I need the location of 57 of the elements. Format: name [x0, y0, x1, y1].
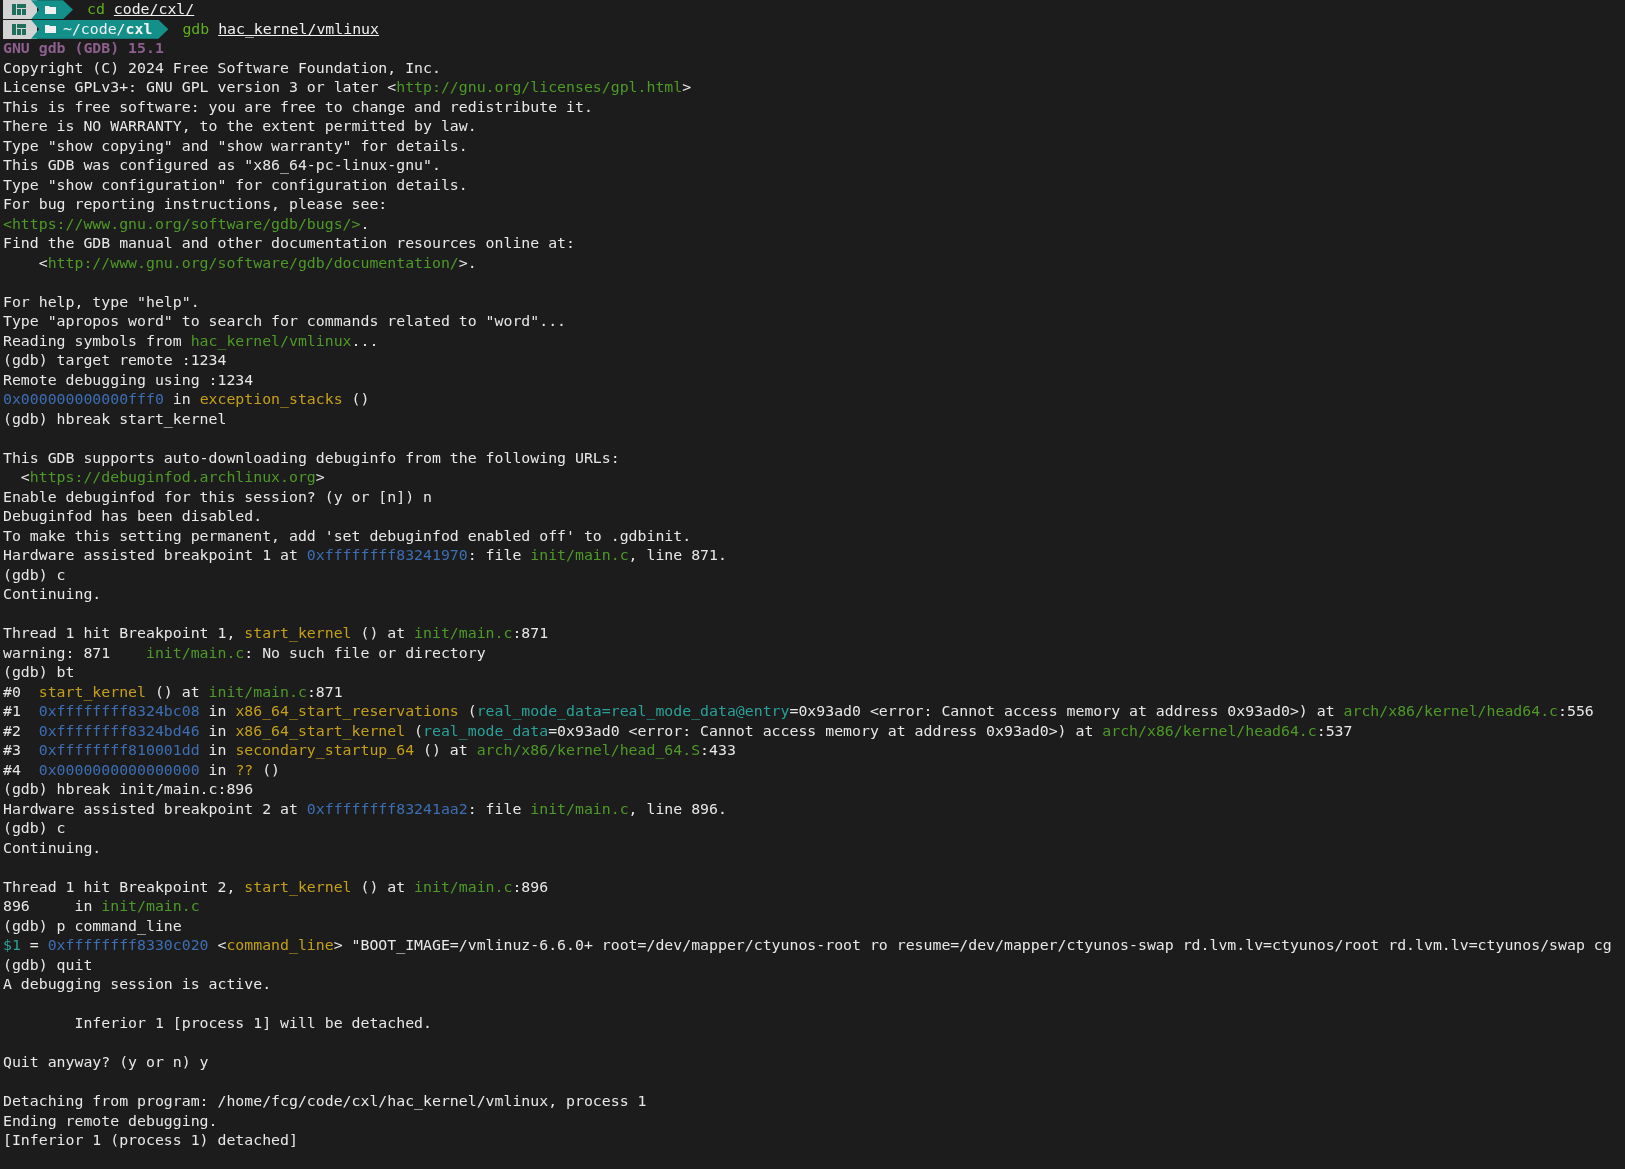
terminal-line: Copyright (C) 2024 Free Software Foundation, Inc. [3, 58, 441, 78]
prompt-logo-icon [3, 19, 37, 39]
terminal-line: (gdb) c [3, 819, 66, 839]
terminal-line: 896 in init/main.c [3, 897, 200, 917]
terminal-line: Inferior 1 [process 1] will be detached. [73, 1014, 432, 1034]
terminal-line: Hardware assisted breakpoint 2 at 0xffffffff83241aa2: file init/main.c, line 896. [3, 799, 727, 819]
terminal-line: Continuing. [3, 838, 102, 858]
terminal-line: <https://www.gnu.org/software/gdb/bugs/>. [3, 214, 370, 234]
terminal-line: (gdb) bt [3, 663, 75, 683]
terminal-line: Enable debuginfod for this session? (y or [n]) n [3, 487, 432, 507]
terminal-line: <https://debuginfod.archlinux.org> [19, 468, 325, 488]
terminal-line: $1 = 0xffffffff8330c020 <command_line> "BOOT_IMAGE=/vmlinuz-6.6.0+ root=/dev/mapper/ctyunos-root ro resume=/dev/mapper/ctyunos-swap rd.lvm.lv=ctyunos/root rd.lvm.lv=ctyunos/swap cg [3, 936, 1612, 956]
terminal-line: (gdb) c [3, 565, 66, 585]
terminal-line: (gdb) p command_line [3, 916, 182, 936]
terminal-line: Type "show copying" and "show warranty" for details. [3, 136, 468, 156]
terminal-line: warning: 871 init/main.c: No such file or directory [3, 643, 486, 663]
terminal-line: Ending remote debugging. [3, 1111, 218, 1131]
terminal-line: <http://www.gnu.org/software/gdb/documentation/>. [37, 253, 477, 273]
terminal-line: License GPLv3+: GNU GPL version 3 or later <http://gnu.org/licenses/gpl.html> [3, 78, 692, 98]
terminal-line: #4 0x0000000000000000 in ?? () [3, 760, 281, 780]
prompt-logo-icon [3, 0, 37, 20]
terminal-line: To make this setting permanent, add 'set debuginfod enabled off' to .gdbinit. [3, 526, 692, 546]
terminal-line: For bug reporting instructions, please see: [3, 195, 388, 215]
terminal-line: #2 0xffffffff8324bd46 in x86_64_start_kernel (real_mode_data=0x93ad0 <error: Cannot access memory at address 0x93ad0>) at arch/x86/kernel/head64.c:537 [3, 721, 1353, 741]
terminal-line: Debuginfod has been disabled. [3, 507, 263, 527]
terminal-line: Thread 1 hit Breakpoint 1, start_kernel () at init/main.c:871 [3, 624, 549, 644]
terminal-line: This GDB was configured as "x86_64-pc-linux-gnu". [3, 156, 441, 176]
terminal-line: Type "apropos word" to search for commands related to "word"... [3, 312, 566, 332]
terminal-line: (gdb) hbreak start_kernel [3, 409, 227, 429]
terminal-line: GNU gdb (GDB) 15.1 [3, 39, 164, 59]
prompt-command: gdb hac_kernel/vmlinux [182, 19, 379, 39]
terminal-line: Find the GDB manual and other documentation resources online at: [3, 234, 575, 254]
terminal-line: Continuing. [3, 585, 102, 605]
folder-icon [45, 4, 57, 15]
folder-icon [45, 24, 57, 35]
terminal-line: Reading symbols from hac_kernel/vmlinux... [3, 331, 379, 351]
terminal-line: #1 0xffffffff8324bc08 in x86_64_start_reservations (real_mode_data=real_mode_data@entry=0x93ad0 <error: Cannot access memory at address 0x93ad0>) at arch/x86/kernel/head64.c:556 [3, 702, 1594, 722]
terminal-line: For help, type "help". [3, 292, 200, 312]
terminal-line: Type "show configuration" for configuration details. [3, 175, 468, 195]
terminal-line: Quit anyway? (y or n) y [3, 1053, 209, 1073]
terminal-line: Hardware assisted breakpoint 1 at 0xffffffff83241970: file init/main.c, line 871. [3, 546, 727, 566]
prompt-command: cd code/cxl/ [87, 0, 195, 20]
terminal-line: This is free software: you are free to change and redistribute it. [3, 97, 593, 117]
terminal-line: #3 0xffffffff810001dd in secondary_startup_64 () at arch/x86/kernel/head_64.S:433 [3, 741, 736, 761]
terminal-line: (gdb) hbreak init/main.c:896 [3, 780, 254, 800]
terminal-line: Remote debugging using :1234 [3, 370, 254, 390]
terminal-line: [Inferior 1 (process 1) detached] [3, 1131, 298, 1151]
path-text: ~/code/cxl [63, 20, 153, 39]
terminal-line: There is NO WARRANTY, to the extent permitted by law. [3, 117, 477, 137]
terminal-line: A debugging session is active. [3, 975, 272, 995]
terminal-line: #0 start_kernel () at init/main.c:871 [3, 682, 343, 702]
terminal-line: (gdb) quit [3, 955, 93, 975]
terminal-line: Detaching from program: /home/fcg/code/cxl/hac_kernel/vmlinux, process 1 [3, 1092, 647, 1112]
terminal-line: 0x000000000000fff0 in exception_stacks () [3, 390, 370, 410]
terminal-line: (gdb) target remote :1234 [3, 351, 227, 371]
terminal-line: This GDB supports auto-downloading debuginfo from the following URLs: [3, 448, 620, 468]
terminal-line: Thread 1 hit Breakpoint 2, start_kernel () at init/main.c:896 [3, 877, 549, 897]
